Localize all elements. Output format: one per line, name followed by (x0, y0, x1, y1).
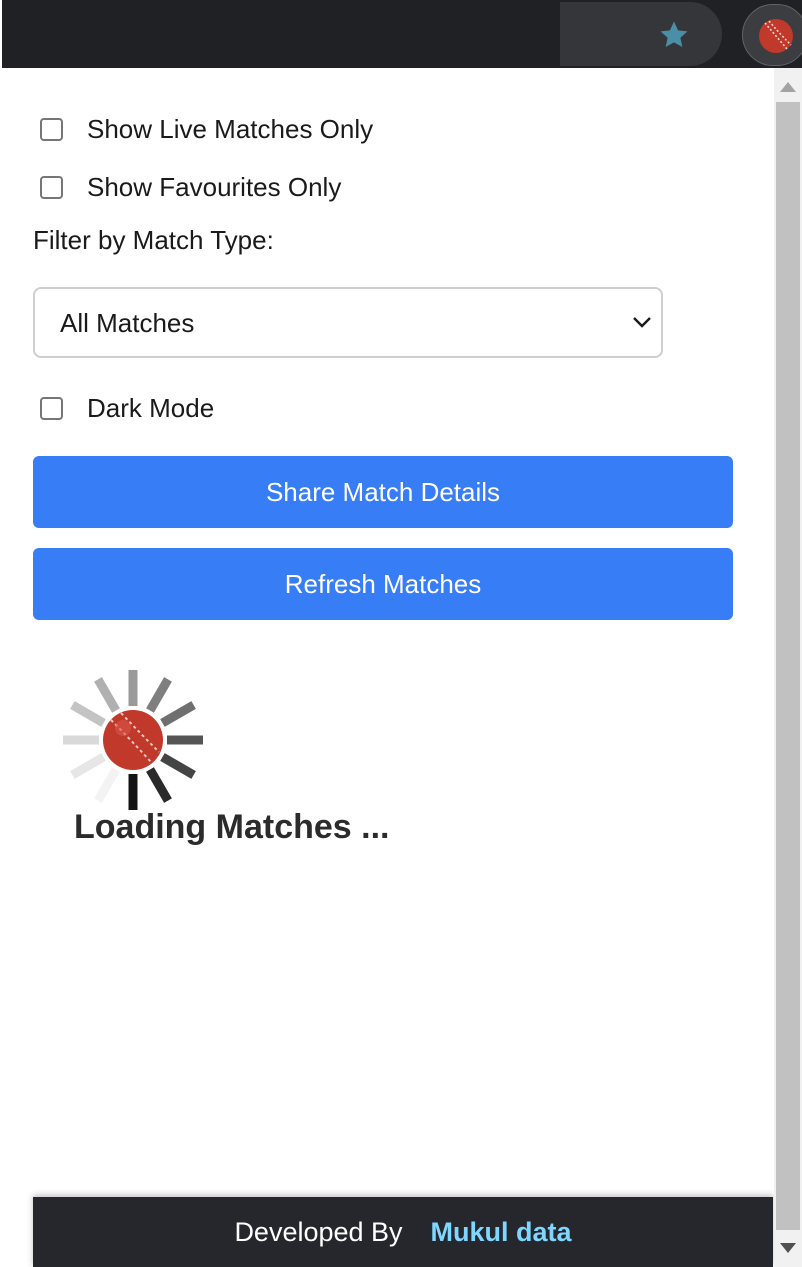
favourites-only-checkbox[interactable] (40, 176, 63, 199)
live-only-option[interactable]: Show Live Matches Only (40, 114, 373, 145)
dark-mode-option[interactable]: Dark Mode (40, 393, 214, 424)
favourites-only-option[interactable]: Show Favourites Only (40, 172, 341, 203)
loading-text: Loading Matches ... (74, 808, 390, 846)
chevron-down-icon (633, 317, 651, 328)
extension-button[interactable] (742, 4, 802, 66)
match-type-value: All Matches (60, 308, 195, 338)
dark-mode-label: Dark Mode (87, 393, 215, 423)
extension-popup: Show Live Matches Only Show Favourites O… (0, 68, 774, 1267)
match-type-label: Filter by Match Type: (33, 225, 274, 255)
share-match-button[interactable]: Share Match Details (33, 456, 733, 528)
dark-mode-checkbox[interactable] (40, 397, 63, 420)
window-edge (0, 0, 2, 68)
favourites-only-label: Show Favourites Only (87, 172, 342, 202)
live-only-checkbox[interactable] (40, 118, 63, 141)
match-type-select[interactable]: All Matches (33, 287, 663, 358)
live-only-label: Show Live Matches Only (87, 114, 374, 144)
cricket-ball-icon (759, 19, 793, 53)
scroll-thumb[interactable] (776, 102, 800, 1230)
star-icon[interactable] (657, 18, 691, 52)
browser-toolbar (0, 0, 802, 68)
scroll-up-arrow-icon[interactable] (780, 82, 796, 92)
refresh-matches-button[interactable]: Refresh Matches (33, 548, 733, 620)
scroll-down-arrow-icon[interactable] (780, 1243, 796, 1253)
scrollbar[interactable] (774, 68, 802, 1267)
footer: Developed By Mukul data (33, 1197, 773, 1267)
loading-spinner-icon (63, 670, 203, 810)
developer-link[interactable]: Mukul data (431, 1217, 572, 1248)
footer-developed-by: Developed By (234, 1216, 403, 1247)
address-bar-end[interactable] (560, 2, 722, 66)
